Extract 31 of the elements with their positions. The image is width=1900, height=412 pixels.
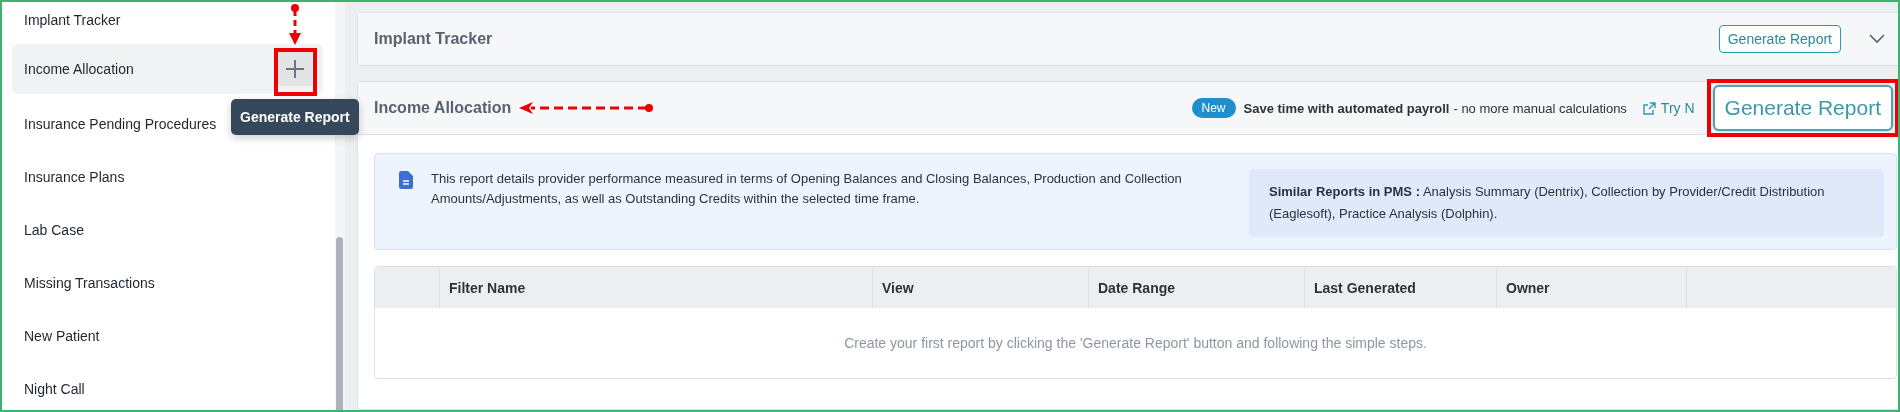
tooltip: Generate Report: [231, 99, 359, 135]
column-header: Last Generated: [1305, 267, 1497, 308]
column-header: Date Range: [1089, 267, 1305, 308]
promo-text: Save time with automated payroll: [1243, 100, 1450, 116]
sidebar-item[interactable]: Lab Case: [12, 203, 323, 256]
similar-reports-text: Similar Reports in PMS : Analysis Summary (Dentrix), Collection by Provider/Credit Distribution (Eaglesoft), Practice Analysis (Dolphin).: [1249, 169, 1884, 237]
new-badge: New: [1191, 98, 1236, 118]
sidebar-item[interactable]: New Patient: [12, 309, 323, 362]
sidebar-item[interactable]: Insurance Plans: [12, 150, 323, 203]
sidebar-item[interactable]: Missing Transactions: [12, 256, 323, 309]
promo-text: - no more manual calculations: [1453, 100, 1627, 116]
column-header: Filter Name: [440, 267, 873, 308]
external-link-icon: [1642, 101, 1656, 115]
sidebar-item[interactable]: Income Allocation: [12, 44, 323, 94]
document-icon: [399, 171, 413, 189]
card-title: Implant Tracker: [374, 30, 493, 48]
sidebar-item[interactable]: Night Call: [12, 362, 323, 410]
column-header: Owner: [1497, 267, 1687, 308]
chevron-down-icon: [1869, 34, 1885, 44]
card-title: Income Allocation: [374, 99, 512, 117]
scrollbar-thumb[interactable]: [336, 237, 343, 410]
annotation-arrow: [288, 4, 302, 46]
column-header: View: [873, 267, 1089, 308]
sidebar-item[interactable]: Implant Tracker: [12, 2, 323, 44]
plus-icon: [285, 59, 305, 79]
add-button[interactable]: [278, 52, 312, 86]
description-text: This report details provider performance measured in terms of Opening Balances and Closing Balances, Production and Collection Amounts/Adjustments, as well as Outstanding Credits within the selected time frame.: [431, 170, 1183, 208]
highlight-box: [274, 48, 317, 96]
empty-state-text: Create your first report by clicking the 'Generate Report' button and following the simple steps.: [843, 334, 1428, 353]
try-now-link[interactable]: Try N: [1642, 100, 1695, 116]
generate-report-button[interactable]: Generate Report: [1718, 25, 1841, 53]
